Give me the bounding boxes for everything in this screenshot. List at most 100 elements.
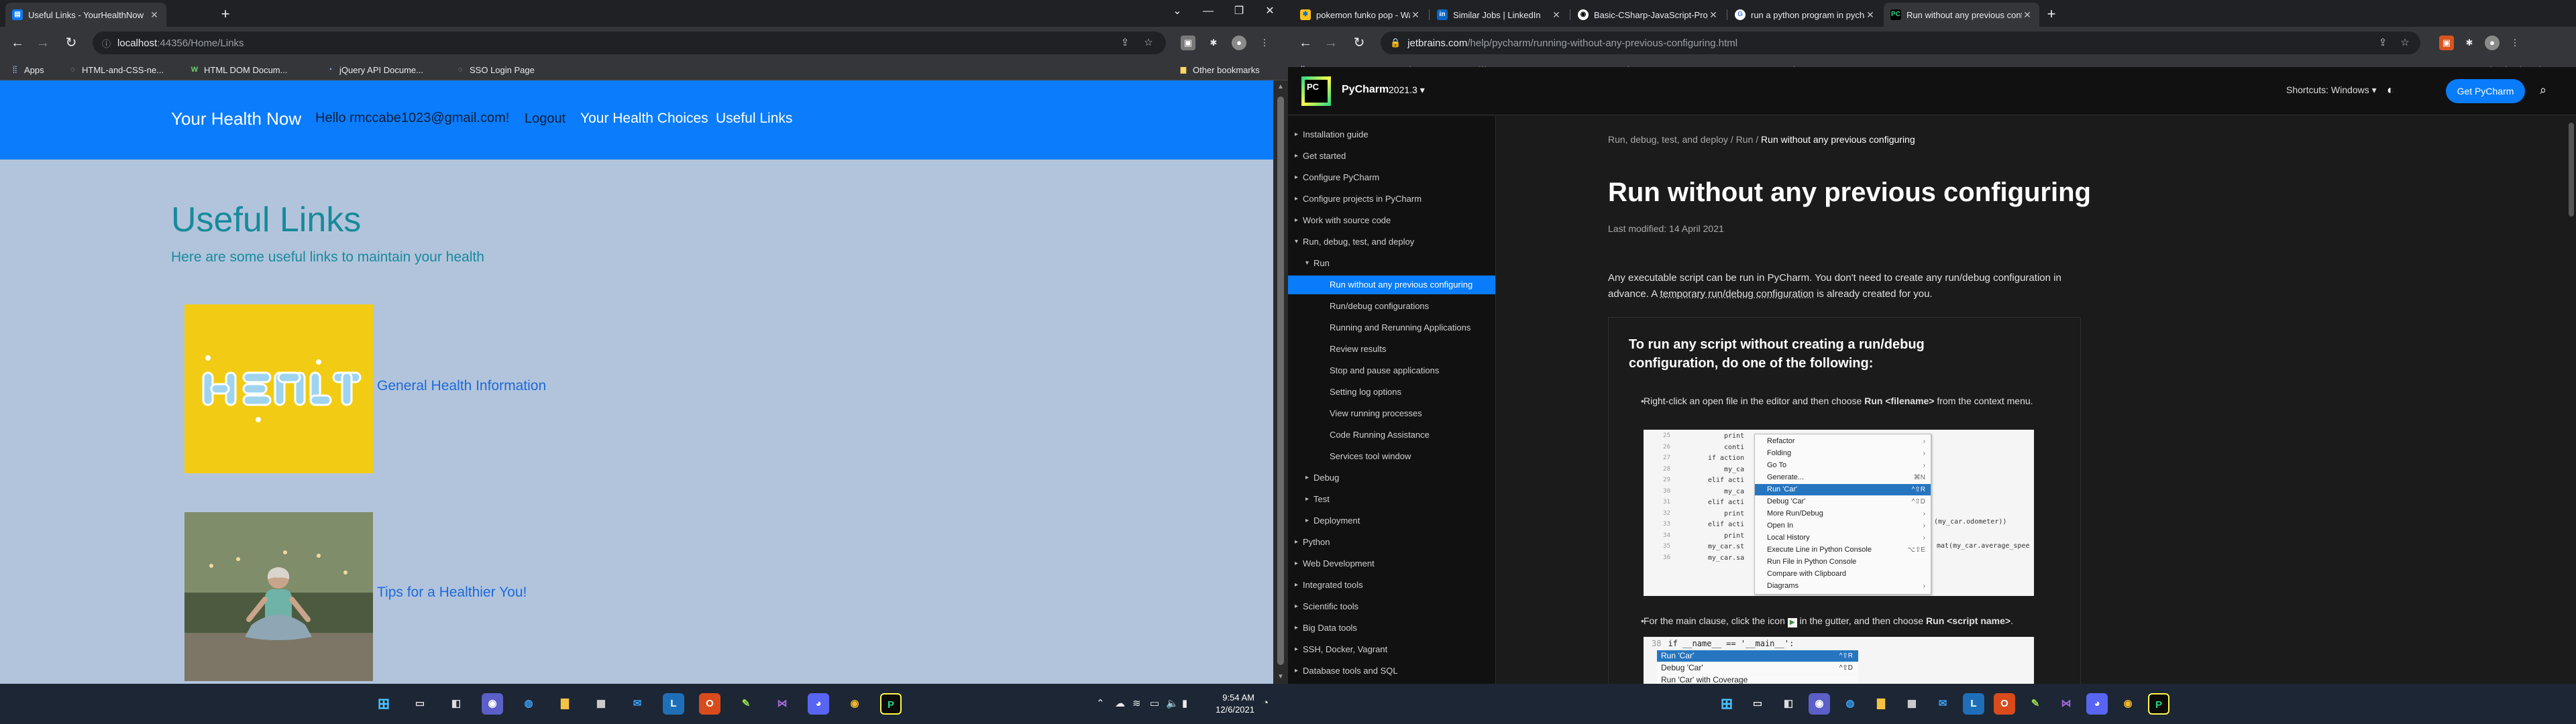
bookmark-item[interactable]: ◌SSO Login Page: [455, 63, 535, 76]
close-tab-icon[interactable]: ✕: [1551, 9, 1562, 21]
caret-right-icon[interactable]: ▸: [1295, 619, 1298, 638]
visual-studio-icon[interactable]: ⋈: [2055, 693, 2077, 715]
caret-right-icon[interactable]: ▸: [1295, 576, 1298, 595]
sidebar-item[interactable]: Setting log options: [1288, 383, 1495, 402]
notification-icon[interactable]: ◔: [1263, 697, 1269, 709]
link-healthier-tips[interactable]: Tips for a Healthier You!: [377, 585, 527, 601]
close-tab-icon[interactable]: ✕: [2022, 9, 2033, 21]
sidebar-item[interactable]: ▸ Configure projects in PyCharm: [1288, 190, 1495, 208]
context-menu-item[interactable]: Local History ›: [1755, 532, 1931, 544]
mail-icon[interactable]: ✉: [627, 693, 648, 715]
tab-jetbrains-help[interactable]: PC Run without any previous config... ✕: [1884, 3, 2039, 27]
caret-right-icon[interactable]: ▸: [1295, 640, 1298, 659]
sidebar-item[interactable]: View running processes: [1288, 404, 1495, 423]
caret-right-icon[interactable]: ▸: [1305, 490, 1309, 509]
puzzle-extensions-icon[interactable]: ✱: [2462, 36, 2477, 50]
caret-right-icon[interactable]: ▸: [1295, 597, 1298, 616]
sidebar-item[interactable]: ▸ Deployment: [1288, 511, 1495, 530]
display-icon[interactable]: ▭: [1150, 697, 1159, 709]
gutter-menu-item[interactable]: Run 'Car' with Coverage: [1657, 674, 1858, 684]
taskbar-clock[interactable]: 9:54 AM 12/6/2021: [1201, 692, 1254, 716]
pycharm-logo[interactable]: PC: [1301, 76, 1331, 106]
caret-down-icon[interactable]: ▾: [1305, 254, 1309, 273]
nav-useful-links[interactable]: Useful Links: [716, 111, 792, 127]
product-name[interactable]: PyCharm: [1342, 84, 1389, 96]
sidebar-item[interactable]: Review results: [1288, 340, 1495, 359]
share-icon[interactable]: ⇪: [1119, 37, 1131, 49]
sidebar-item[interactable]: Run/debug configurations: [1288, 297, 1495, 316]
sidebar-item[interactable]: ▸ Configure PyCharm: [1288, 168, 1495, 187]
sidebar-item[interactable]: ▸ Big Data tools: [1288, 619, 1495, 638]
sidebar-item[interactable]: ▸ Database tools and SQL: [1288, 662, 1495, 680]
volume-icon[interactable]: 🔈: [1166, 697, 1179, 709]
close-tab-icon[interactable]: ✕: [1865, 9, 1876, 21]
cloud-icon[interactable]: ☁: [1115, 697, 1125, 709]
sidebar-item[interactable]: ▸ Integrated tools: [1288, 576, 1495, 595]
close-tab-icon[interactable]: ✕: [1410, 9, 1421, 21]
caret-right-icon[interactable]: ▸: [1305, 469, 1309, 487]
context-menu-item[interactable]: Folding ›: [1755, 448, 1931, 459]
sidebar-item[interactable]: Run without any previous configuring: [1288, 276, 1495, 294]
context-menu-item[interactable]: Open In ›: [1755, 520, 1931, 532]
scrollbar-thumb[interactable]: [1277, 97, 1284, 665]
bookmark-item[interactable]: ◌HTML-and-CSS-ne...: [67, 63, 164, 76]
caret-right-icon[interactable]: ▸: [1295, 190, 1298, 208]
microsoft-store-icon[interactable]: ▦: [590, 693, 612, 715]
widgets-icon[interactable]: ◧: [445, 693, 467, 715]
site-brand[interactable]: Your Health Now: [171, 109, 301, 129]
puzzle-extensions-icon[interactable]: ✱: [1206, 36, 1221, 50]
tab-google-search[interactable]: G run a python program in pycha... ✕: [1728, 3, 1882, 27]
sidebar-item[interactable]: ▾ Run, debug, test, and deploy: [1288, 233, 1495, 251]
context-menu-item[interactable]: Debug 'Car' ^⇧D: [1755, 496, 1931, 507]
sidebar-item[interactable]: Services tool window: [1288, 447, 1495, 466]
context-menu-item[interactable]: Diagrams ›: [1755, 581, 1931, 592]
sidebar-item[interactable]: Running and Rerunning Applications: [1288, 318, 1495, 337]
context-menu-item[interactable]: Go To ›: [1755, 460, 1931, 471]
tab-linkedin[interactable]: in Similar Jobs | LinkedIn ✕: [1430, 3, 1568, 27]
logout-link[interactable]: Logout: [525, 111, 566, 127]
link-general-health[interactable]: General Health Information: [377, 378, 546, 394]
chrome-icon[interactable]: ◉: [844, 693, 865, 715]
caret-right-icon[interactable]: ▸: [1295, 168, 1298, 187]
app-l-icon[interactable]: L: [1963, 693, 1984, 715]
extension-icon[interactable]: ▣: [2439, 36, 2454, 50]
sidebar-item[interactable]: ▸ Python: [1288, 533, 1495, 552]
profile-avatar[interactable]: ●: [2485, 36, 2500, 50]
discord-icon[interactable]: ◕: [2086, 693, 2108, 715]
minimize-button[interactable]: —: [1193, 0, 1224, 23]
visual-studio-icon[interactable]: ⋈: [771, 693, 793, 715]
sidebar-item[interactable]: ▾ Run: [1288, 254, 1495, 273]
chrome-menu-icon[interactable]: ⋮: [2508, 36, 2522, 50]
pycharm-icon[interactable]: P: [880, 693, 902, 715]
sidebar-item[interactable]: Code Running Assistance: [1288, 426, 1495, 444]
maximize-button[interactable]: ❐: [1224, 0, 1254, 23]
user-greeting[interactable]: Hello rmccabe1023@gmail.com!: [315, 111, 509, 126]
nav-health-choices[interactable]: Your Health Choices: [580, 111, 708, 127]
search-icon[interactable]: ⌕: [2540, 83, 2546, 97]
new-tab-button[interactable]: +: [216, 5, 235, 24]
context-menu-item[interactable]: Run 'Car' ^⇧R: [1755, 484, 1931, 495]
sidebar-item[interactable]: ▸ SSH, Docker, Vagrant: [1288, 640, 1495, 659]
task-view-icon[interactable]: ▭: [1747, 693, 1768, 715]
forward-arrow-icon[interactable]: →: [35, 35, 51, 51]
tab-walmart[interactable]: ✱ pokemon funko pop - Walmart... ✕: [1293, 3, 1428, 27]
other-bookmarks[interactable]: ▆Other bookmarks: [1178, 63, 1260, 76]
profile-avatar[interactable]: ●: [1232, 36, 1246, 50]
file-explorer-icon[interactable]: ▇: [554, 693, 576, 715]
page-scrollbar[interactable]: ▲ ▼: [1273, 80, 1288, 684]
widgets-icon[interactable]: ◧: [1778, 693, 1799, 715]
teams-chat-icon[interactable]: ◉: [1809, 693, 1830, 715]
edge-browser-icon[interactable]: ◍: [1839, 693, 1861, 715]
bookmark-star-icon[interactable]: ☆: [1142, 37, 1155, 49]
sidebar-item[interactable]: Stop and pause applications: [1288, 361, 1495, 380]
close-window-button[interactable]: ✕: [1254, 0, 1285, 23]
sidebar-item[interactable]: ▸ Debug: [1288, 469, 1495, 487]
office-icon[interactable]: O: [699, 693, 720, 715]
scroll-down-arrow-icon[interactable]: ▼: [1273, 670, 1288, 684]
microsoft-store-icon[interactable]: ▦: [1901, 693, 1923, 715]
discord-icon[interactable]: ◕: [808, 693, 829, 715]
show-hidden-icons-icon[interactable]: ⌃: [1096, 697, 1105, 709]
tab-search-icon[interactable]: ⌄: [1162, 0, 1193, 23]
scrollbar-thumb[interactable]: [2569, 123, 2574, 217]
caret-down-icon[interactable]: ▾: [1295, 233, 1298, 251]
